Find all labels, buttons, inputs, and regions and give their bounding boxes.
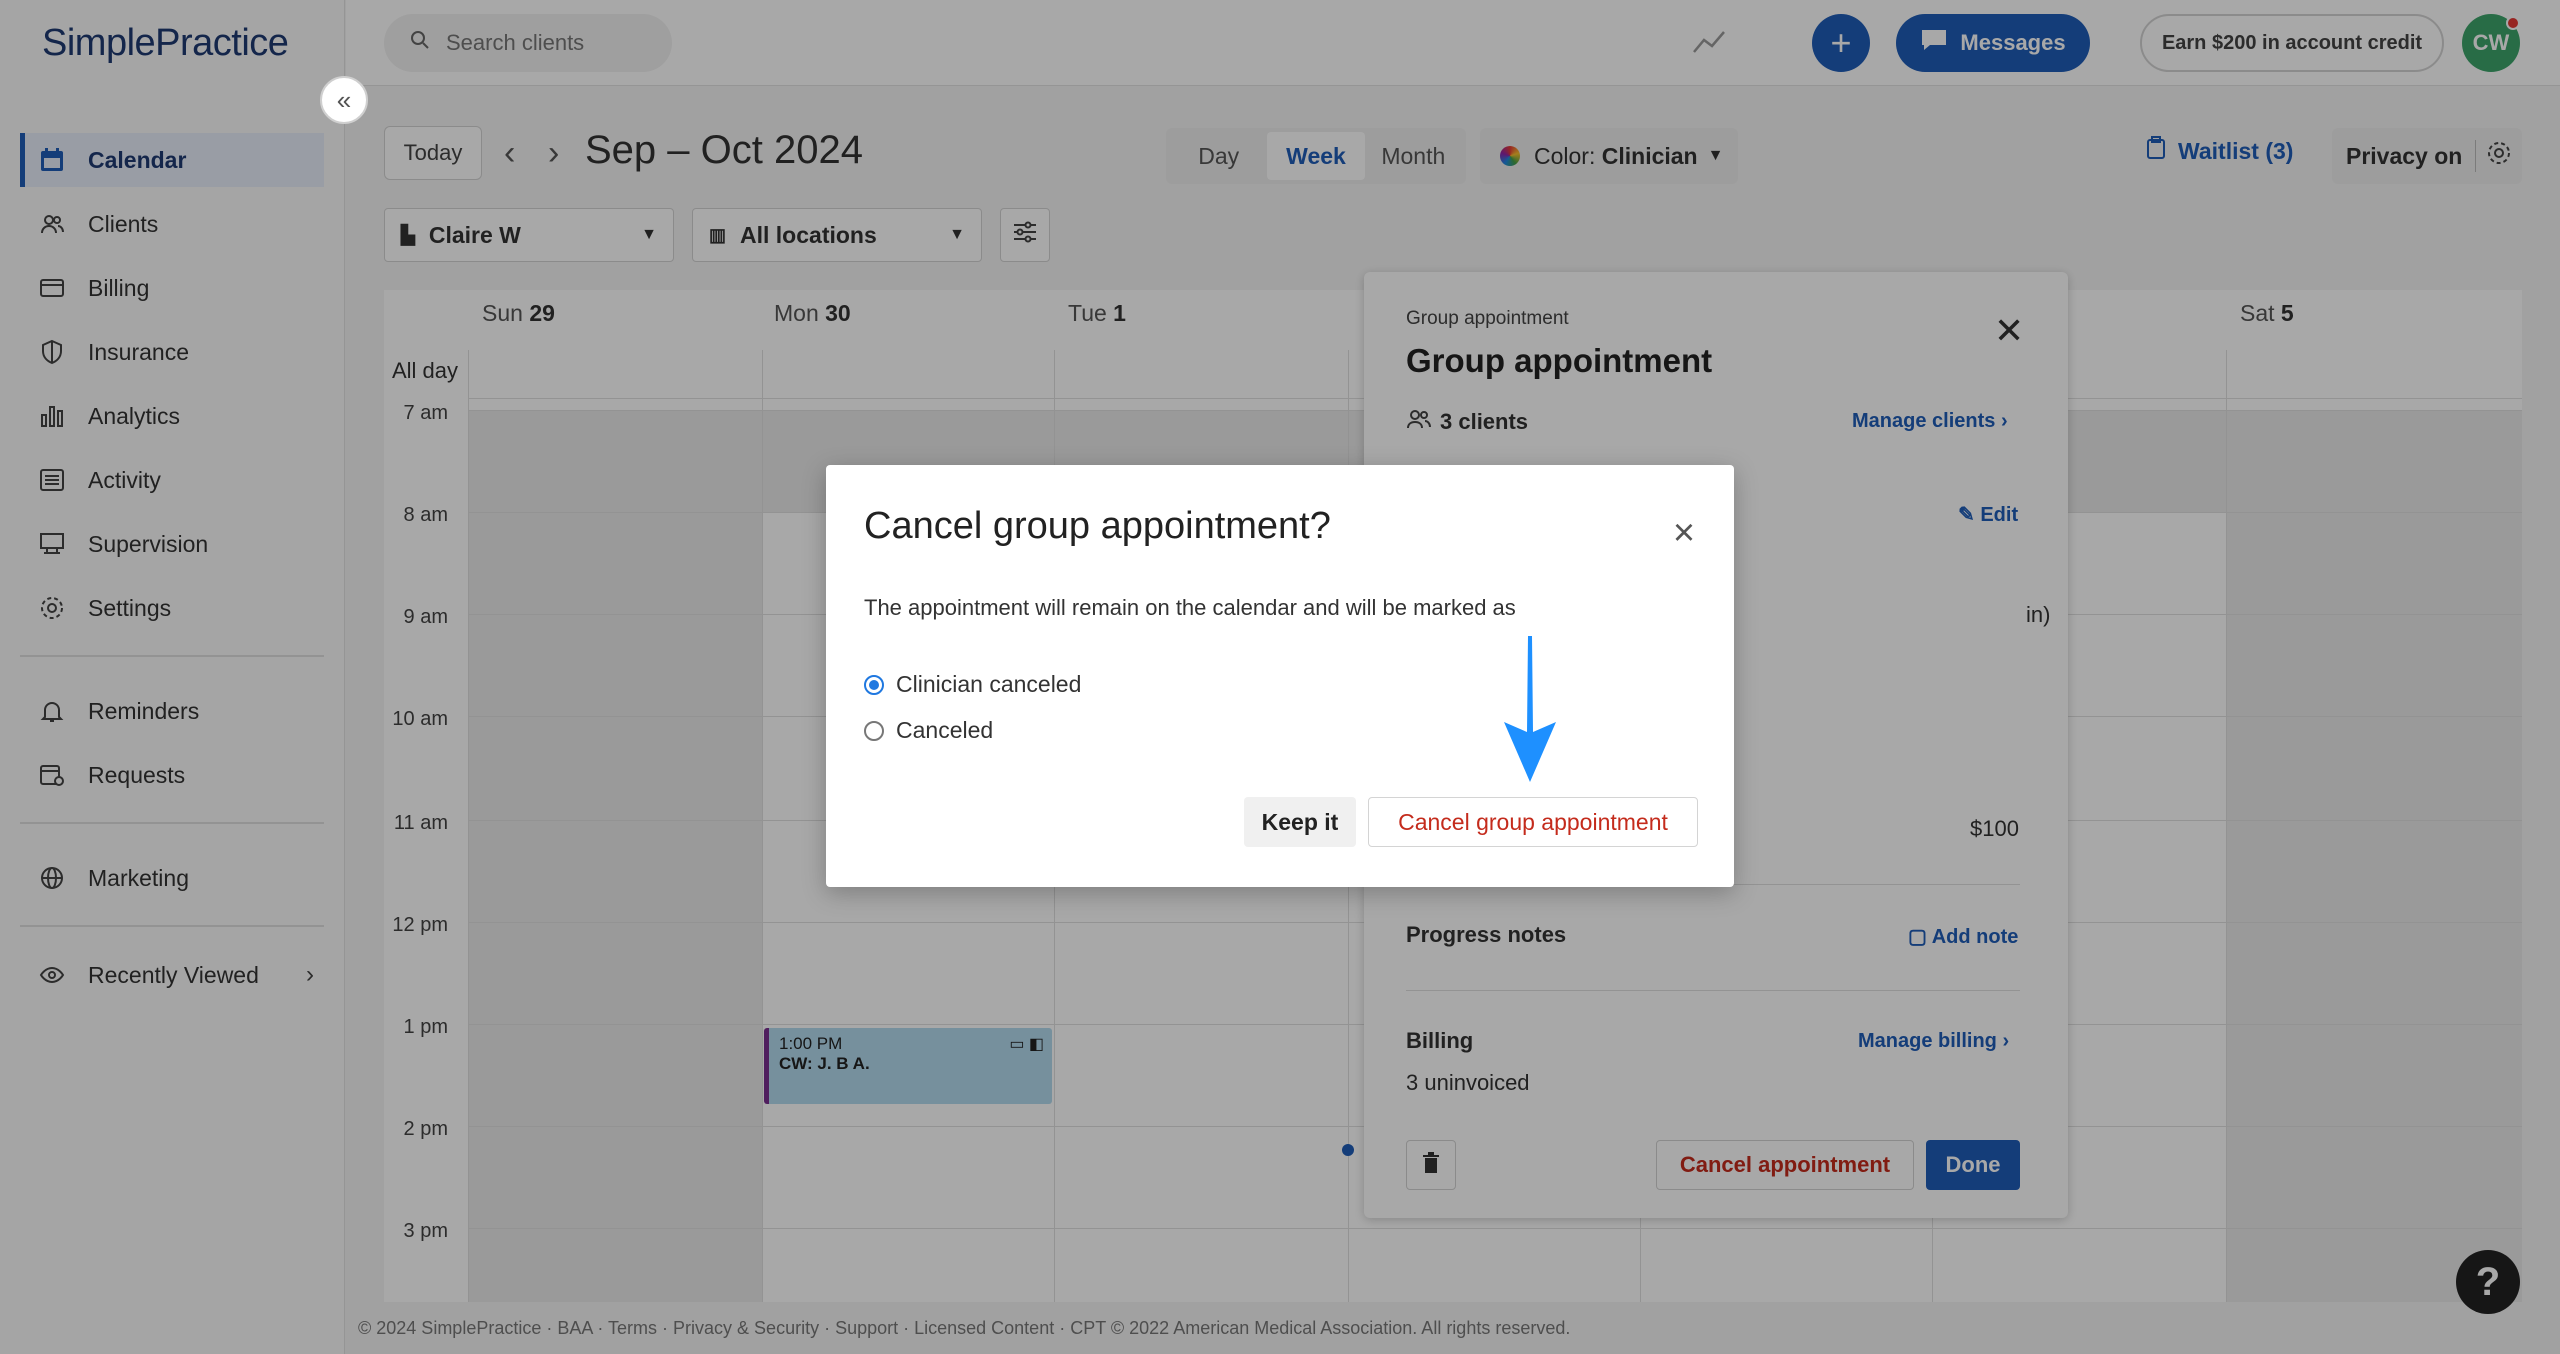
annotation-arrow-icon (1500, 636, 1560, 787)
radio-label: Canceled (896, 717, 994, 743)
keep-it-button[interactable]: Keep it (1244, 797, 1356, 847)
close-icon[interactable]: × (1664, 513, 1704, 553)
radio-button[interactable] (864, 674, 884, 695)
double-chevron-left-icon: « (336, 84, 352, 115)
keep-it-label: Keep it (1261, 808, 1339, 835)
radio-button[interactable] (864, 720, 884, 741)
cancel-group-appointment-button[interactable]: Cancel group appointment (1368, 797, 1698, 847)
radio-clinician-canceled[interactable]: Clinician canceled (864, 671, 1081, 698)
modal-description: The appointment will remain on the calen… (864, 595, 1516, 620)
collapse-sidebar-button[interactable]: « (320, 76, 368, 124)
cancel-group-modal: Cancel group appointment? × The appointm… (826, 465, 1734, 887)
modal-title: Cancel group appointment? (864, 505, 1331, 547)
cancel-group-appointment-label: Cancel group appointment (1398, 808, 1668, 835)
radio-label: Clinician canceled (896, 671, 1082, 697)
radio-canceled[interactable]: Canceled (864, 717, 993, 744)
